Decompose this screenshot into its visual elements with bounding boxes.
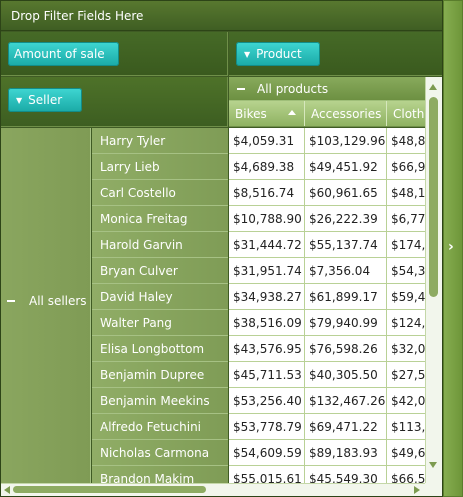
- chevron-right-icon: ›: [448, 239, 454, 255]
- table-cell[interactable]: $45,711.53: [229, 362, 305, 388]
- horizontal-scroll-thumb[interactable]: [13, 486, 206, 493]
- table-cell[interactable]: $53,778.79: [229, 414, 305, 440]
- table-cell[interactable]: $54,609.59: [229, 440, 305, 466]
- table-cell[interactable]: $55,137.74: [305, 232, 387, 258]
- table-cell[interactable]: $45,549.30: [305, 466, 387, 483]
- filter-funnel-icon[interactable]: ▼: [244, 50, 250, 59]
- row-group-header: All sellers: [1, 128, 91, 483]
- row-header[interactable]: Elisa Longbottom: [92, 336, 228, 362]
- column-header-label: Clothing: [393, 107, 425, 121]
- row-header[interactable]: Benjamin Dupree: [92, 362, 228, 388]
- table-cell[interactable]: $53,256.40: [229, 388, 305, 414]
- table-cell[interactable]: $32,0: [387, 336, 425, 362]
- column-header-bikes[interactable]: Bikes: [229, 101, 305, 126]
- row-header[interactable]: Walter Pang: [92, 310, 228, 336]
- table-cell[interactable]: $26,222.39: [305, 206, 387, 232]
- data-cells: $4,059.31 $103,129.96 $48,8 $4,689.38 $49,45…: [229, 128, 425, 483]
- table-cell[interactable]: $174,: [387, 232, 425, 258]
- filter-funnel-icon[interactable]: ▼: [16, 96, 22, 105]
- row-field-chip-seller[interactable]: ▼ Seller: [8, 88, 82, 112]
- column-headers: Bikes Accessories Clothing: [229, 101, 425, 127]
- filter-drop-area[interactable]: Drop Filter Fields Here: [1, 1, 442, 31]
- scrollbar-corner: [425, 483, 442, 496]
- sort-ascending-icon: [288, 110, 296, 115]
- row-headers: Harry Tyler Larry Lieb Carl Costello Monica…: [92, 128, 228, 483]
- row-field-zone[interactable]: ▼ Seller: [1, 77, 228, 127]
- row-header[interactable]: Harry Tyler: [92, 128, 228, 154]
- table-cell[interactable]: $40,305.50: [305, 362, 387, 388]
- table-cell[interactable]: $113,: [387, 414, 425, 440]
- row-header[interactable]: Bryan Culver: [92, 258, 228, 284]
- table-cell[interactable]: $132,467.26: [305, 388, 387, 414]
- table-cell[interactable]: $59,4: [387, 284, 425, 310]
- table-cell[interactable]: $103,129.96: [305, 128, 387, 154]
- column-header-label: Bikes: [235, 107, 267, 121]
- row-header[interactable]: Benjamin Meekins: [92, 388, 228, 414]
- table-cell[interactable]: $54,3: [387, 258, 425, 284]
- row-header[interactable]: Alfredo Fetuchini: [92, 414, 228, 440]
- table-cell[interactable]: $79,940.99: [305, 310, 387, 336]
- table-cell[interactable]: $49,6: [387, 440, 425, 466]
- table-cell[interactable]: $8,516.74: [229, 180, 305, 206]
- table-cell[interactable]: $49,451.92: [305, 154, 387, 180]
- table-cell[interactable]: $31,951.74: [229, 258, 305, 284]
- table-cell[interactable]: $38,516.09: [229, 310, 305, 336]
- table-cell[interactable]: $10,788.90: [229, 206, 305, 232]
- column-field-chip-product[interactable]: ▼ Product: [236, 42, 320, 66]
- row-header[interactable]: Larry Lieb: [92, 154, 228, 180]
- table-cell[interactable]: $4,689.38: [229, 154, 305, 180]
- table-cell[interactable]: $48,8: [387, 128, 425, 154]
- data-field-chip-amount-of-sale[interactable]: Amount of sale: [8, 42, 119, 66]
- column-group-label: All products: [257, 82, 329, 96]
- row-header[interactable]: Carl Costello: [92, 180, 228, 206]
- row-header[interactable]: Harold Garvin: [92, 232, 228, 258]
- row-header[interactable]: Monica Freitag: [92, 206, 228, 232]
- table-cell[interactable]: $31,444.72: [229, 232, 305, 258]
- column-field-zone[interactable]: ▼ Product: [229, 32, 442, 76]
- table-cell[interactable]: $7,356.04: [305, 258, 387, 284]
- data-field-zone[interactable]: Amount of sale: [1, 32, 228, 76]
- scroll-up-arrow-icon[interactable]: [429, 84, 437, 90]
- column-header-clothing[interactable]: Clothing: [387, 101, 425, 126]
- table-cell[interactable]: $89,183.93: [305, 440, 387, 466]
- table-cell[interactable]: $66,9: [387, 154, 425, 180]
- column-group-header: All products: [229, 77, 425, 101]
- row-header[interactable]: Nicholas Carmona: [92, 440, 228, 466]
- collapse-minus-icon[interactable]: [7, 300, 15, 302]
- row-group-label: All sellers: [29, 294, 87, 308]
- vertical-scroll-thumb[interactable]: [429, 97, 438, 297]
- table-cell[interactable]: $66,5: [387, 466, 425, 483]
- table-cell[interactable]: $42,0: [387, 388, 425, 414]
- scroll-down-arrow-icon[interactable]: [429, 462, 437, 468]
- table-cell[interactable]: $4,059.31: [229, 128, 305, 154]
- table-cell[interactable]: $27,5: [387, 362, 425, 388]
- table-cell[interactable]: $34,938.27: [229, 284, 305, 310]
- table-cell[interactable]: $55,015.61: [229, 466, 305, 483]
- field-list-expand-tab[interactable]: ›: [443, 0, 463, 497]
- scroll-right-arrow-icon[interactable]: [414, 486, 420, 494]
- table-cell[interactable]: $76,598.26: [305, 336, 387, 362]
- table-cell[interactable]: $60,961.65: [305, 180, 387, 206]
- filter-drop-area-label: Drop Filter Fields Here: [11, 8, 144, 23]
- row-field-label: Seller: [28, 93, 63, 107]
- collapse-minus-icon[interactable]: [237, 88, 245, 90]
- table-cell[interactable]: $43,576.95: [229, 336, 305, 362]
- scroll-left-arrow-icon[interactable]: [4, 486, 10, 494]
- column-field-label: Product: [256, 47, 302, 61]
- table-cell[interactable]: $6,77: [387, 206, 425, 232]
- row-header[interactable]: David Haley: [92, 284, 228, 310]
- table-cell[interactable]: $69,471.22: [305, 414, 387, 440]
- table-cell[interactable]: $48,1: [387, 180, 425, 206]
- table-cell[interactable]: $124,: [387, 310, 425, 336]
- data-field-label: Amount of sale: [14, 47, 105, 61]
- row-header[interactable]: Brandon Makim: [92, 466, 228, 483]
- column-header-label: Accessories: [311, 107, 382, 121]
- column-header-accessories[interactable]: Accessories: [305, 101, 387, 126]
- table-cell[interactable]: $61,899.17: [305, 284, 387, 310]
